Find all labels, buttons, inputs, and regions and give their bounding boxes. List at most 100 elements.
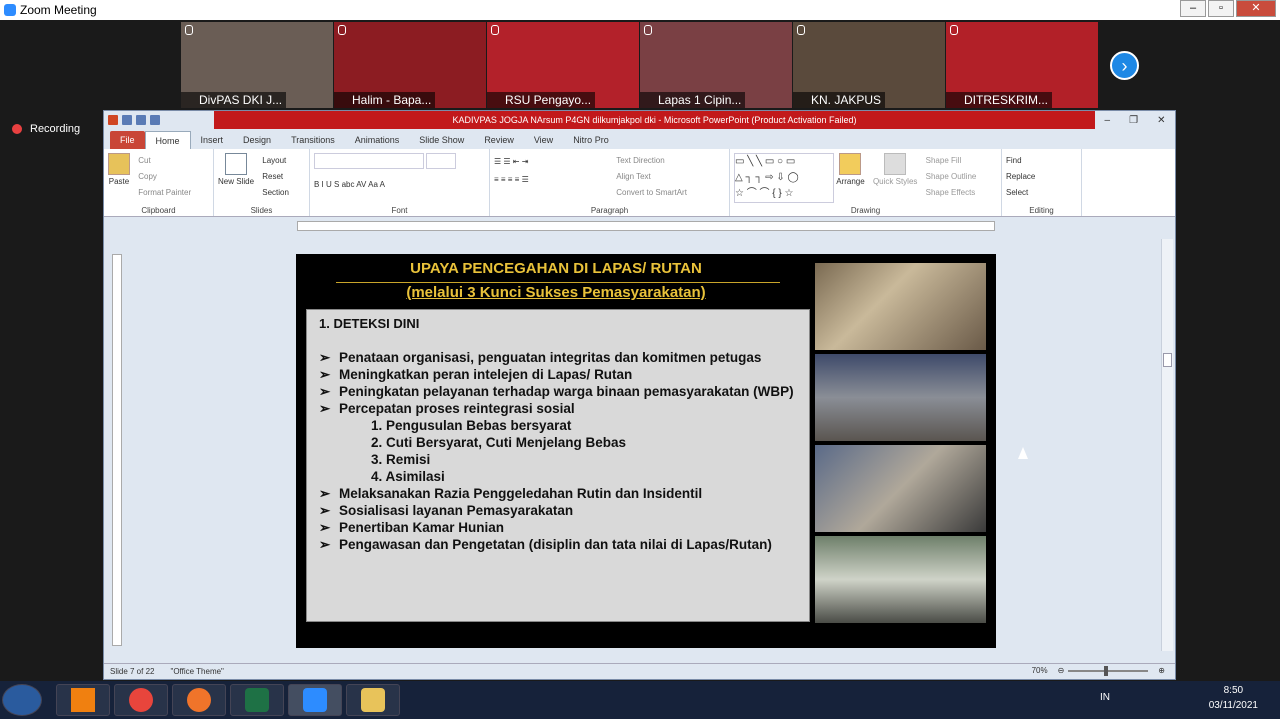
editing-label: Editing	[1029, 206, 1054, 215]
text-direction-button[interactable]: Text Direction	[616, 153, 687, 169]
format-painter-button[interactable]: Format Painter	[138, 185, 191, 201]
photo-2	[815, 354, 986, 441]
undo-icon[interactable]	[136, 115, 146, 125]
save-icon[interactable]	[122, 115, 132, 125]
tab-file[interactable]: File	[110, 131, 145, 149]
tab-animations[interactable]: Animations	[345, 131, 410, 149]
maximize-button[interactable]: ▫	[1208, 0, 1234, 17]
mic-icon	[185, 25, 193, 35]
slides-group: New Slide Layout Reset Section Slides	[214, 149, 310, 216]
clock-date: 03/11/2021	[1208, 700, 1258, 711]
tab-review[interactable]: Review	[474, 131, 524, 149]
zoom-slider[interactable]	[1068, 665, 1149, 676]
vlc-icon[interactable]	[56, 684, 110, 716]
arrange-button[interactable]: Arrange	[836, 153, 865, 186]
zoom-in-button[interactable]: ⊕	[1158, 666, 1165, 675]
slide-canvas[interactable]: UPAYA PENCEGAHAN DI LAPAS/ RUTAN (melalu…	[296, 254, 996, 648]
cut-button[interactable]: Cut	[138, 153, 191, 169]
zoom-taskbar-icon[interactable]	[288, 684, 342, 716]
shape-effects-button[interactable]: Shape Effects	[926, 185, 977, 201]
close-button[interactable]: ✕	[1236, 0, 1276, 17]
firefox-icon[interactable]	[172, 684, 226, 716]
tab-view[interactable]: View	[524, 131, 563, 149]
minimize-button[interactable]: –	[1180, 0, 1206, 17]
quick-access-toolbar	[104, 111, 214, 129]
quick-styles-button[interactable]: Quick Styles	[873, 153, 917, 186]
excel-icon[interactable]	[230, 684, 284, 716]
start-button[interactable]	[2, 684, 42, 716]
tab-slide-show[interactable]: Slide Show	[409, 131, 474, 149]
paragraph-group: ☰ ☰ ⇤ ⇥ ≡ ≡ ≡ ≡ ☰ Text Direction Align Te…	[490, 149, 730, 216]
ppt-close[interactable]: ✕	[1157, 115, 1165, 126]
next-page-button[interactable]: ›	[1110, 51, 1139, 80]
bullet-text: Pengawasan dan Pengetatan (disiplin dan …	[339, 537, 772, 552]
tab-design[interactable]: Design	[233, 131, 281, 149]
bullet-text: Melaksanakan Razia Penggeledahan Rutin d…	[339, 486, 703, 501]
tab-home[interactable]: Home	[144, 131, 191, 149]
redo-icon[interactable]	[150, 115, 160, 125]
participant-tile[interactable]: DITRESKRIM...	[946, 22, 1098, 108]
participant-tile[interactable]: DivPAS DKI J...	[181, 22, 333, 108]
tab-transitions[interactable]: Transitions	[281, 131, 345, 149]
arrow-bullet-icon: ➢	[319, 350, 331, 365]
bullet-item: ➢ Penataan organisasi, penguatan integrit…	[319, 349, 797, 366]
paragraph-buttons[interactable]: ☰ ☰ ⇤ ⇥ ≡ ≡ ≡ ≡ ☰	[494, 153, 614, 189]
align-text-button[interactable]: Align Text	[616, 169, 687, 185]
tab-insert[interactable]: Insert	[191, 131, 234, 149]
theme-name: "Office Theme"	[170, 667, 224, 676]
shape-outline-button[interactable]: Shape Outline	[926, 169, 977, 185]
powerpoint-window: KADIVPAS JOGJA NArsum P4GN dilkumjakpol …	[103, 110, 1176, 680]
ppt-restore[interactable]: ❐	[1129, 115, 1138, 126]
shape-fill-button[interactable]: Shape Fill	[926, 153, 977, 169]
status-bar: Slide 7 of 22 "Office Theme" 70% ⊖ ⊕	[104, 663, 1175, 679]
copy-button[interactable]: Copy	[138, 169, 191, 185]
ppt-title: KADIVPAS JOGJA NArsum P4GN dilkumjakpol …	[452, 115, 857, 125]
convert-smartart-button[interactable]: Convert to SmartArt	[616, 185, 687, 201]
bullet-item: ➢ Percepatan proses reintegrasi sosial	[319, 400, 797, 417]
font-group: B I U S abc AV Aa A Font	[310, 149, 490, 216]
font-name-select[interactable]	[314, 153, 424, 169]
explorer-icon[interactable]	[346, 684, 400, 716]
ppt-titlebar: KADIVPAS JOGJA NArsum P4GN dilkumjakpol …	[104, 111, 1175, 129]
replace-button[interactable]: Replace	[1006, 169, 1077, 185]
language-indicator[interactable]: IN	[1100, 692, 1110, 703]
font-format-buttons[interactable]: B I U S abc AV Aa A	[314, 177, 485, 193]
chrome-icon[interactable]	[114, 684, 168, 716]
mic-icon	[797, 25, 805, 35]
sub-item: 1. Pengusulan Bebas bersyarat	[371, 418, 572, 433]
slide-subtitle: (melalui 3 Kunci Sukses Pemasyarakatan)	[406, 284, 706, 301]
photo-4	[815, 536, 986, 623]
participant-tile[interactable]: Lapas 1 Cipin...	[640, 22, 792, 108]
zoom-out-button[interactable]: ⊖	[1058, 666, 1065, 675]
participant-tile[interactable]: Halim - Bapa...	[334, 22, 486, 108]
mic-icon	[491, 25, 499, 35]
arrow-bullet-icon: ➢	[319, 367, 331, 382]
section-button[interactable]: Section	[262, 185, 289, 201]
mouse-cursor-icon	[1018, 447, 1028, 459]
horizontal-ruler	[297, 221, 995, 231]
participant-name: KN. JAKPUS	[793, 92, 886, 108]
find-button[interactable]: Find	[1006, 153, 1077, 169]
tab-nitro-pro[interactable]: Nitro Pro	[563, 131, 619, 149]
shapes-gallery[interactable]: ▭ ╲ ╲ ▭ ○ ▭ △ ┐ ┐ ⇨ ⇩ ◯ ☆ ⌒ ⌒ { } ☆	[734, 153, 834, 203]
select-button[interactable]: Select	[1006, 185, 1077, 201]
new-slide-button[interactable]: New Slide	[218, 153, 254, 186]
participant-tile[interactable]: RSU Pengayo...	[487, 22, 639, 108]
clock-time: 8:50	[1223, 685, 1244, 696]
ppt-minimize[interactable]: –	[1105, 115, 1111, 126]
vertical-scrollbar[interactable]	[1161, 239, 1173, 651]
layout-button[interactable]: Layout	[262, 153, 289, 169]
slide-title: UPAYA PENCEGAHAN DI LAPAS/ RUTAN	[410, 260, 702, 277]
zoom-titlebar: Zoom Meeting – ▫ ✕	[0, 0, 1280, 20]
vertical-ruler	[112, 254, 122, 646]
scrollbar-thumb[interactable]	[1163, 353, 1172, 367]
participant-tile[interactable]: KN. JAKPUS	[793, 22, 945, 108]
participant-name: DivPAS DKI J...	[181, 92, 287, 108]
paste-button[interactable]: Paste	[108, 153, 130, 186]
photo-column	[815, 263, 986, 629]
powerpoint-icon[interactable]	[108, 115, 118, 125]
font-size-select[interactable]	[426, 153, 457, 169]
clock[interactable]: 8:50 03/11/2021	[1209, 685, 1258, 711]
reset-button[interactable]: Reset	[262, 169, 289, 185]
mic-icon	[644, 25, 652, 35]
